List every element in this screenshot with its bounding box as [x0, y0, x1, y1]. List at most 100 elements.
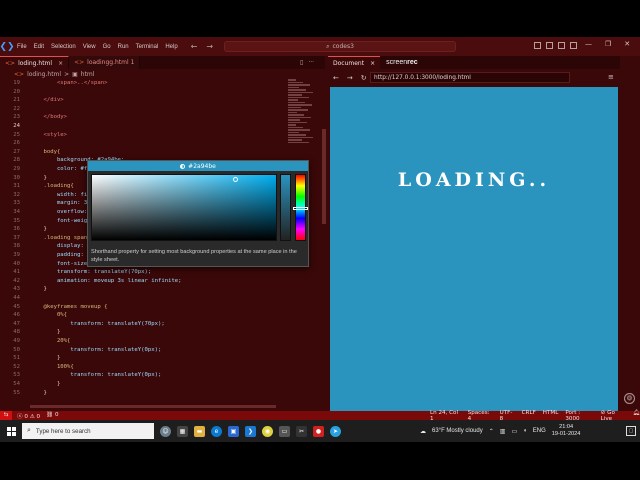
- telegram-icon[interactable]: ➤: [330, 425, 341, 437]
- code-line[interactable]: 46 0%{: [0, 311, 290, 320]
- code-line[interactable]: 27 body{: [0, 148, 290, 157]
- customize-layout-icon[interactable]: [570, 42, 577, 49]
- battery-icon[interactable]: ▭: [511, 428, 517, 435]
- command-center[interactable]: ⌕ codes3: [224, 41, 456, 52]
- breadcrumb-node[interactable]: html: [81, 71, 95, 78]
- minimap-line: [288, 126, 303, 128]
- menu-go[interactable]: Go: [103, 44, 111, 50]
- tray-overflow-icon[interactable]: ⌃: [489, 428, 494, 435]
- reload-icon[interactable]: ↻: [361, 74, 367, 82]
- clock[interactable]: 21:04 19-01-2024: [552, 424, 581, 438]
- menu-help[interactable]: Help: [165, 44, 177, 50]
- edge-browser-icon[interactable]: e: [211, 425, 222, 437]
- menu-view[interactable]: View: [83, 44, 96, 50]
- minimap-line: [288, 91, 313, 93]
- code-line[interactable]: 50 transform: translateY(0px);: [0, 346, 290, 355]
- tab-loding-html[interactable]: <> loding.html ×: [0, 56, 70, 69]
- forward-arrow-icon[interactable]: →: [206, 42, 213, 51]
- code-line[interactable]: 54 }: [0, 380, 290, 389]
- weather-text[interactable]: 63°F Mostly cloudy: [432, 428, 483, 434]
- code-line[interactable]: 23 </body>: [0, 113, 290, 122]
- split-editor-icon[interactable]: ▯: [300, 59, 303, 66]
- code-line[interactable]: 49 20%{: [0, 337, 290, 346]
- code-line[interactable]: 52 100%{: [0, 363, 290, 372]
- vertical-scrollbar[interactable]: [322, 129, 326, 224]
- code-line[interactable]: 19 <span>..</span>: [0, 79, 290, 88]
- more-actions-icon[interactable]: ···: [308, 59, 314, 66]
- code-text: }: [30, 381, 61, 387]
- browser-menu-icon[interactable]: ≡: [608, 73, 614, 81]
- notification-center-icon[interactable]: ▢: [626, 426, 636, 436]
- settings-gear-icon[interactable]: ⚙: [624, 393, 635, 404]
- menu-selection[interactable]: Selection: [51, 44, 76, 50]
- code-line[interactable]: 25 <style>: [0, 131, 290, 140]
- maximize-icon[interactable]: ❐: [605, 40, 611, 48]
- code-line[interactable]: 24: [0, 122, 290, 131]
- chrome-icon[interactable]: ◉: [262, 425, 273, 437]
- tab-document[interactable]: Document ×: [328, 56, 381, 69]
- code-line[interactable]: 55 }: [0, 389, 290, 398]
- start-button[interactable]: [0, 420, 22, 442]
- url-input[interactable]: http://127.0.0.1:3000/loding.html: [370, 72, 570, 83]
- language-indicator[interactable]: ENG: [533, 428, 546, 434]
- errors-status[interactable]: ⓧ 0 ⚠ 0: [17, 412, 40, 420]
- code-line[interactable]: 53 transform: translateY(0px);: [0, 371, 290, 380]
- toggle-panel-icon[interactable]: [546, 42, 553, 49]
- code-line[interactable]: 47 transform: translateY(70px);: [0, 320, 290, 329]
- saturation-box[interactable]: [91, 174, 277, 241]
- breadcrumb-file[interactable]: loding.html: [27, 71, 61, 78]
- browser-forward-icon[interactable]: →: [347, 74, 353, 82]
- store-icon[interactable]: ▣: [228, 425, 239, 437]
- code-line[interactable]: 51 }: [0, 354, 290, 363]
- code-line[interactable]: 20: [0, 88, 290, 97]
- code-line[interactable]: 26: [0, 139, 290, 148]
- menu-edit[interactable]: Edit: [34, 44, 44, 50]
- tab-loadingg-html[interactable]: <> loadingg.html 1: [69, 56, 141, 69]
- code-line[interactable]: 21 </div>: [0, 96, 290, 105]
- close-icon[interactable]: ×: [58, 60, 63, 67]
- line-number: 55: [13, 389, 20, 396]
- close-icon[interactable]: ×: [370, 60, 375, 67]
- browser-back-icon[interactable]: ←: [333, 74, 339, 82]
- network-icon[interactable]: ▥: [500, 428, 506, 435]
- color-picker-header[interactable]: #2a94be: [88, 161, 308, 171]
- avatar-app-icon[interactable]: ☺: [160, 425, 171, 437]
- vscode-taskbar-icon[interactable]: ❯: [245, 425, 256, 437]
- code-line[interactable]: 45 @keyframes moveup {: [0, 303, 290, 312]
- minimap[interactable]: [288, 79, 321, 149]
- hue-slider[interactable]: [293, 207, 308, 210]
- code-text: transform: translateY(70px);: [30, 269, 152, 276]
- code-line[interactable]: 42 animation: moveup 3s linear infinite;: [0, 277, 290, 286]
- menu-terminal[interactable]: Terminal: [136, 44, 159, 50]
- screenrec-taskbar-icon[interactable]: ●: [313, 425, 324, 437]
- code-line[interactable]: 43 }: [0, 285, 290, 294]
- back-arrow-icon[interactable]: ←: [191, 42, 198, 51]
- taskbar-search[interactable]: ⌕ Type here to search: [22, 423, 154, 439]
- line-number: 25: [13, 131, 20, 138]
- file-explorer-icon[interactable]: ▬: [194, 425, 205, 437]
- minimap-line: [288, 101, 305, 103]
- minimize-icon[interactable]: —: [585, 40, 592, 48]
- app-icon[interactable]: ▭: [279, 425, 290, 437]
- saturation-cursor[interactable]: [233, 177, 238, 182]
- capcut-icon[interactable]: ✂: [296, 425, 307, 437]
- minimap-line: [288, 94, 302, 96]
- opacity-strip[interactable]: [280, 174, 291, 241]
- task-view-icon[interactable]: ▦: [177, 425, 188, 437]
- line-number: 27: [13, 148, 20, 155]
- code-line[interactable]: 44: [0, 294, 290, 303]
- toggle-sidebar-icon[interactable]: [534, 42, 541, 49]
- horizontal-scrollbar[interactable]: [30, 405, 276, 408]
- remote-icon[interactable]: ⇆: [0, 411, 12, 420]
- menu-run[interactable]: Run: [118, 44, 129, 50]
- toggle-secondary-sidebar-icon[interactable]: [558, 42, 565, 49]
- menu-file[interactable]: File: [17, 44, 27, 50]
- line-number: 21: [13, 97, 20, 104]
- ports-status[interactable]: ⛓ 0: [46, 412, 58, 420]
- code-line[interactable]: 48 }: [0, 328, 290, 337]
- volume-icon[interactable]: ◖: [523, 428, 527, 434]
- close-window-icon[interactable]: ✕: [624, 40, 630, 48]
- code-line[interactable]: 22: [0, 105, 290, 114]
- code-line[interactable]: 41 transform: translateY(70px);: [0, 268, 290, 277]
- system-tray: ☁ 63°F Mostly cloudy ⌃ ▥ ▭ ◖ ENG 21:04 1…: [420, 420, 580, 442]
